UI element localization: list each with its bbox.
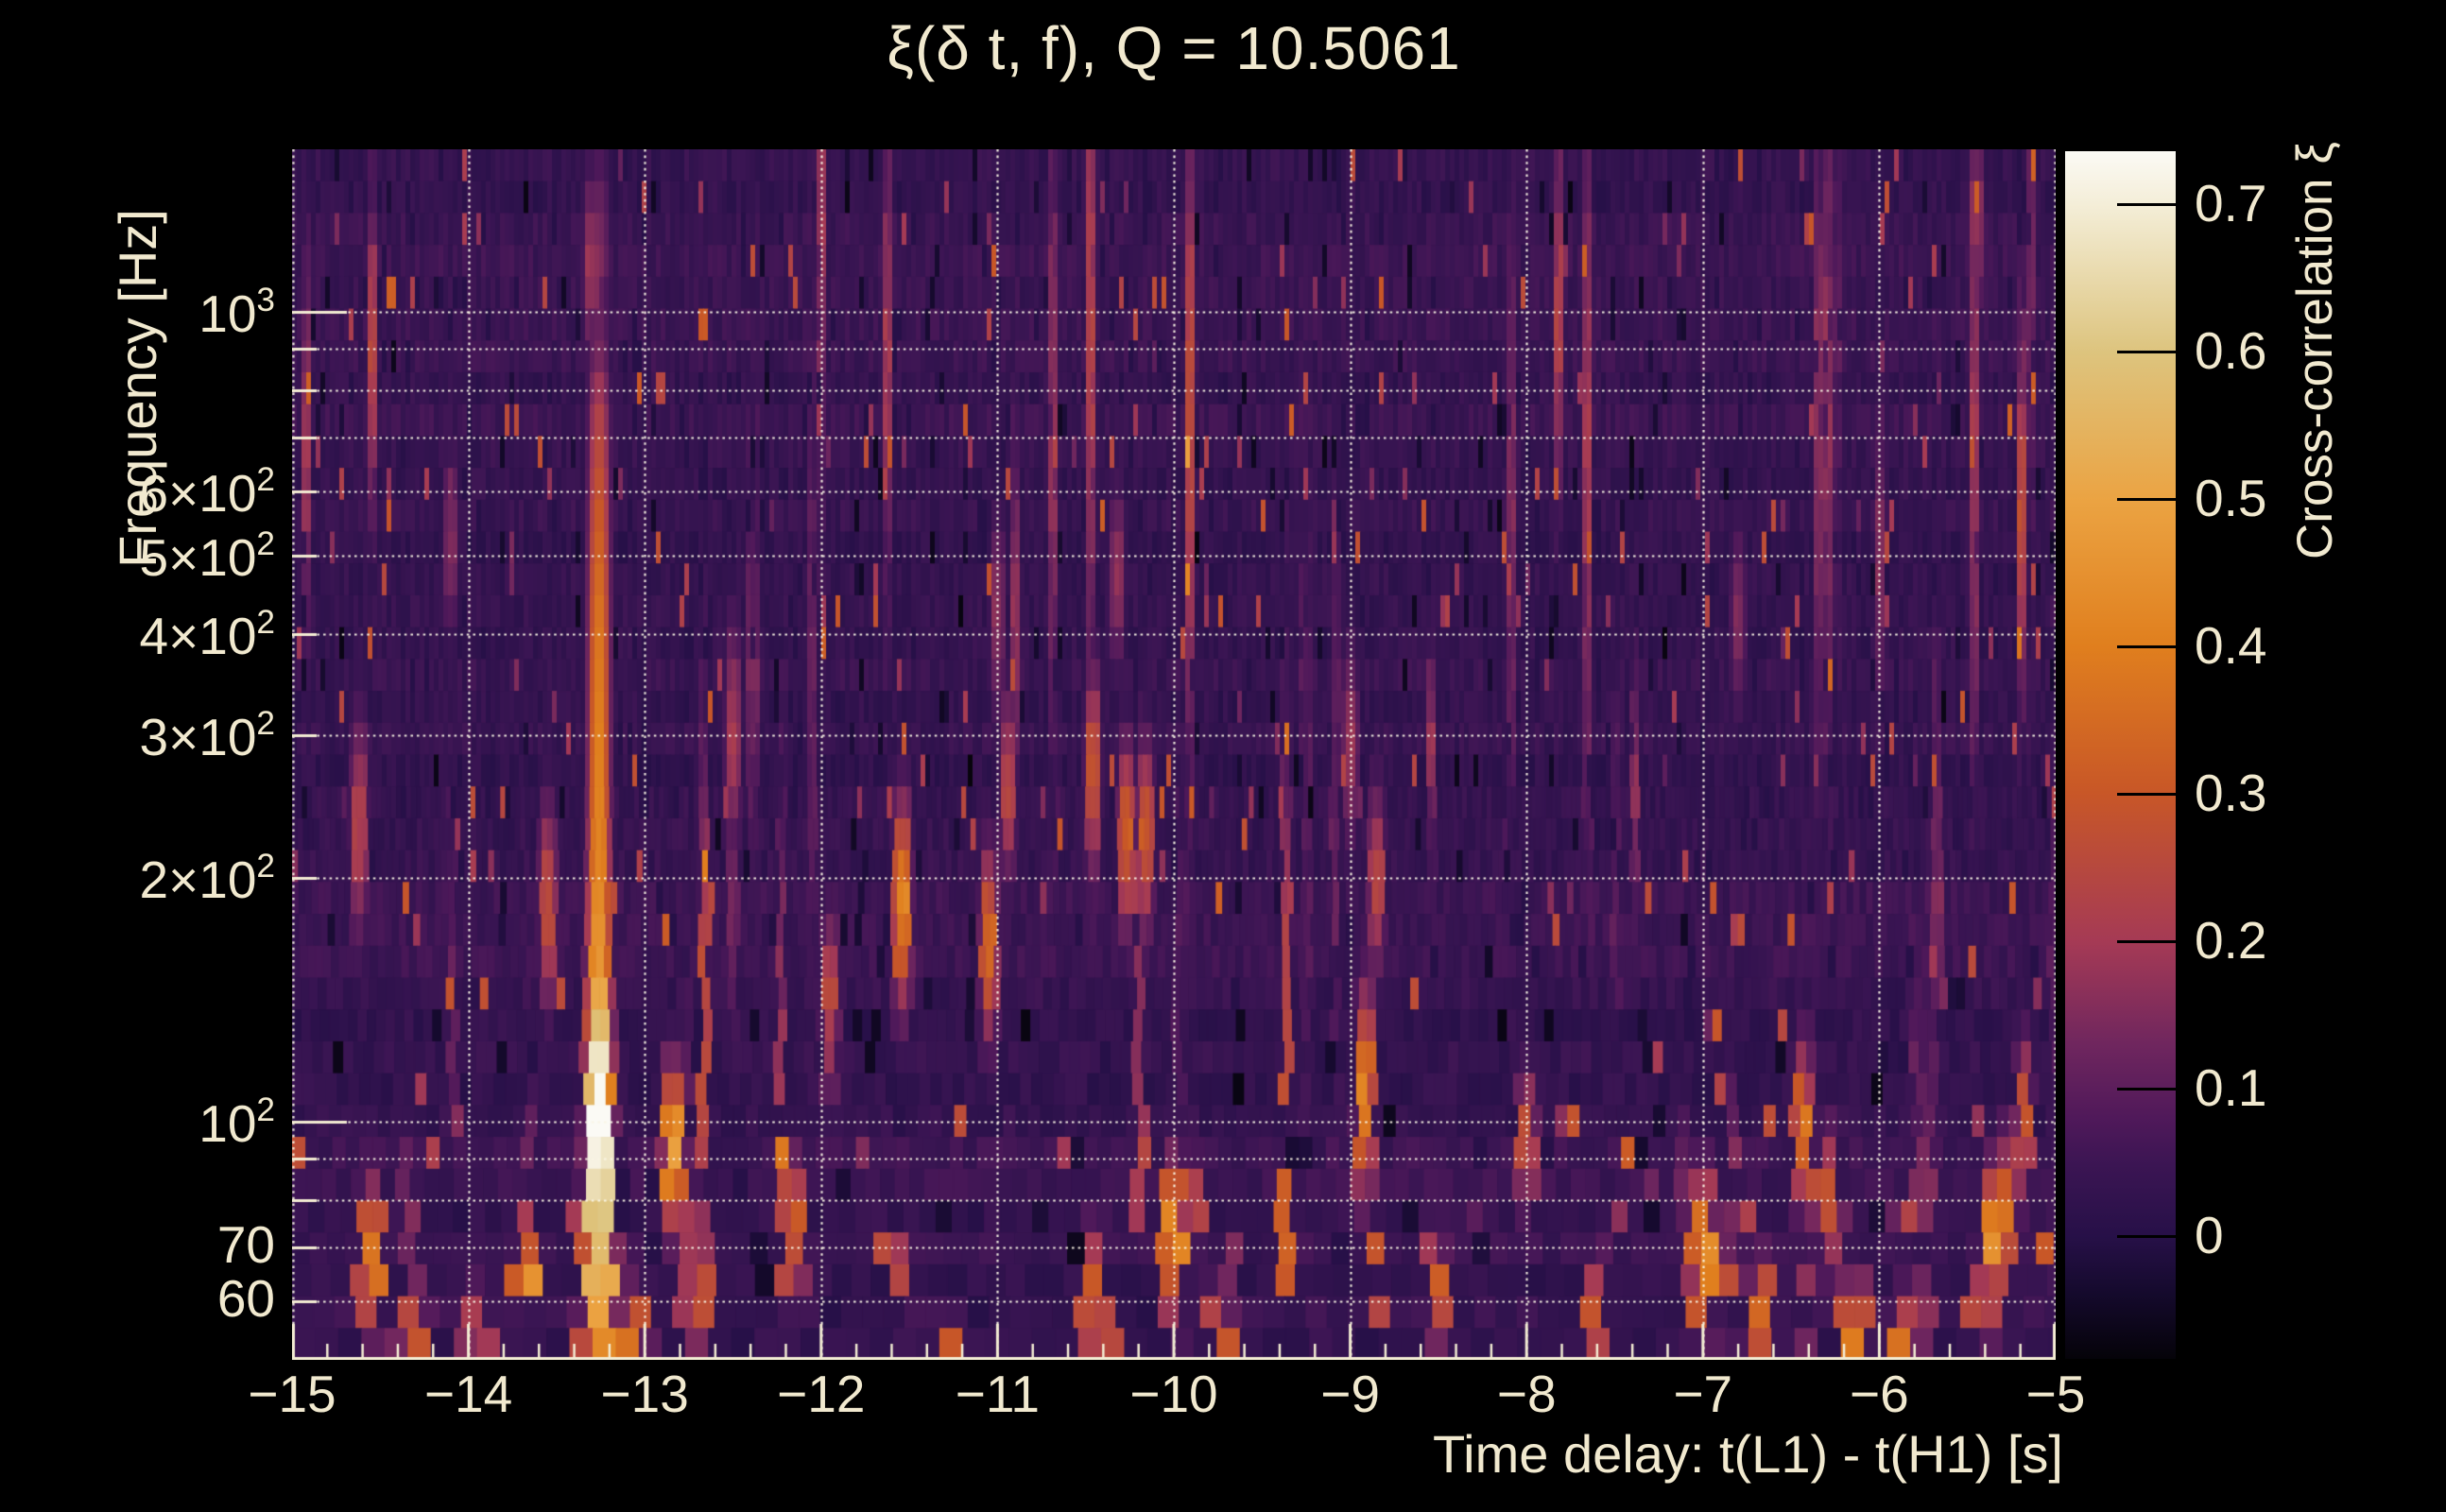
colorbar-tick-mark [2117, 350, 2178, 353]
x-tick-label: −9 [1320, 1365, 1380, 1423]
colorbar-tick-label: 0.5 [2195, 469, 2267, 528]
colorbar-tick-label: 0.2 [2195, 911, 2267, 971]
colorbar-tick-mark [2117, 1087, 2178, 1091]
x-tick-label: −8 [1496, 1365, 1557, 1423]
y-tick-label: 103 [198, 281, 275, 343]
x-tick-label: −15 [248, 1365, 336, 1423]
x-tick-label: −14 [423, 1365, 513, 1423]
x-tick-label: −10 [1129, 1365, 1218, 1423]
colorbar-tick-mark [2117, 644, 2178, 648]
y-tick-label: 60 [216, 1269, 275, 1329]
colorbar-tick-label: 0.4 [2195, 616, 2267, 676]
colorbar-tick-label: 0.3 [2195, 764, 2267, 823]
colorbar-tick-label: 0.1 [2195, 1058, 2267, 1118]
y-tick-label: 4×102 [139, 603, 275, 665]
y-tick-label: 5×102 [139, 524, 275, 587]
colorbar-tick-mark [2117, 792, 2178, 796]
x-tick-label: −11 [955, 1365, 1040, 1423]
colorbar-title: Cross-correlation ξ [2287, 142, 2343, 559]
chart-title: ξ(δ t, f), Q = 10.5061 [887, 14, 1461, 82]
colorbar-tick-mark [2117, 497, 2178, 501]
colorbar-tick-mark [2117, 202, 2178, 206]
x-tick-label: −7 [1673, 1365, 1733, 1423]
colorbar-tick-label: 0.6 [2195, 321, 2267, 381]
x-tick-label: −6 [1850, 1365, 1909, 1423]
x-tick-label: −5 [2025, 1365, 2086, 1423]
x-tick-label: −13 [600, 1365, 689, 1423]
x-axis-title: Time delay: t(L1) - t(H1) [s] [1433, 1424, 2063, 1484]
y-tick-label: 3×102 [139, 705, 275, 766]
colorbar-tick-mark [2117, 939, 2178, 943]
colorbar-tick-mark [2117, 1234, 2178, 1238]
y-tick-label: 70 [216, 1214, 275, 1274]
colorbar-tick-label: 0.7 [2195, 174, 2267, 233]
x-tick-label: −12 [777, 1365, 866, 1423]
colorbar [2065, 151, 2176, 1359]
y-tick-label: 102 [198, 1091, 275, 1153]
y-tick-label: 2×102 [139, 847, 275, 909]
y-tick-label: 6×102 [139, 461, 275, 523]
heatmap-canvas [292, 149, 2056, 1360]
colorbar-tick-label: 0 [2195, 1206, 2224, 1265]
